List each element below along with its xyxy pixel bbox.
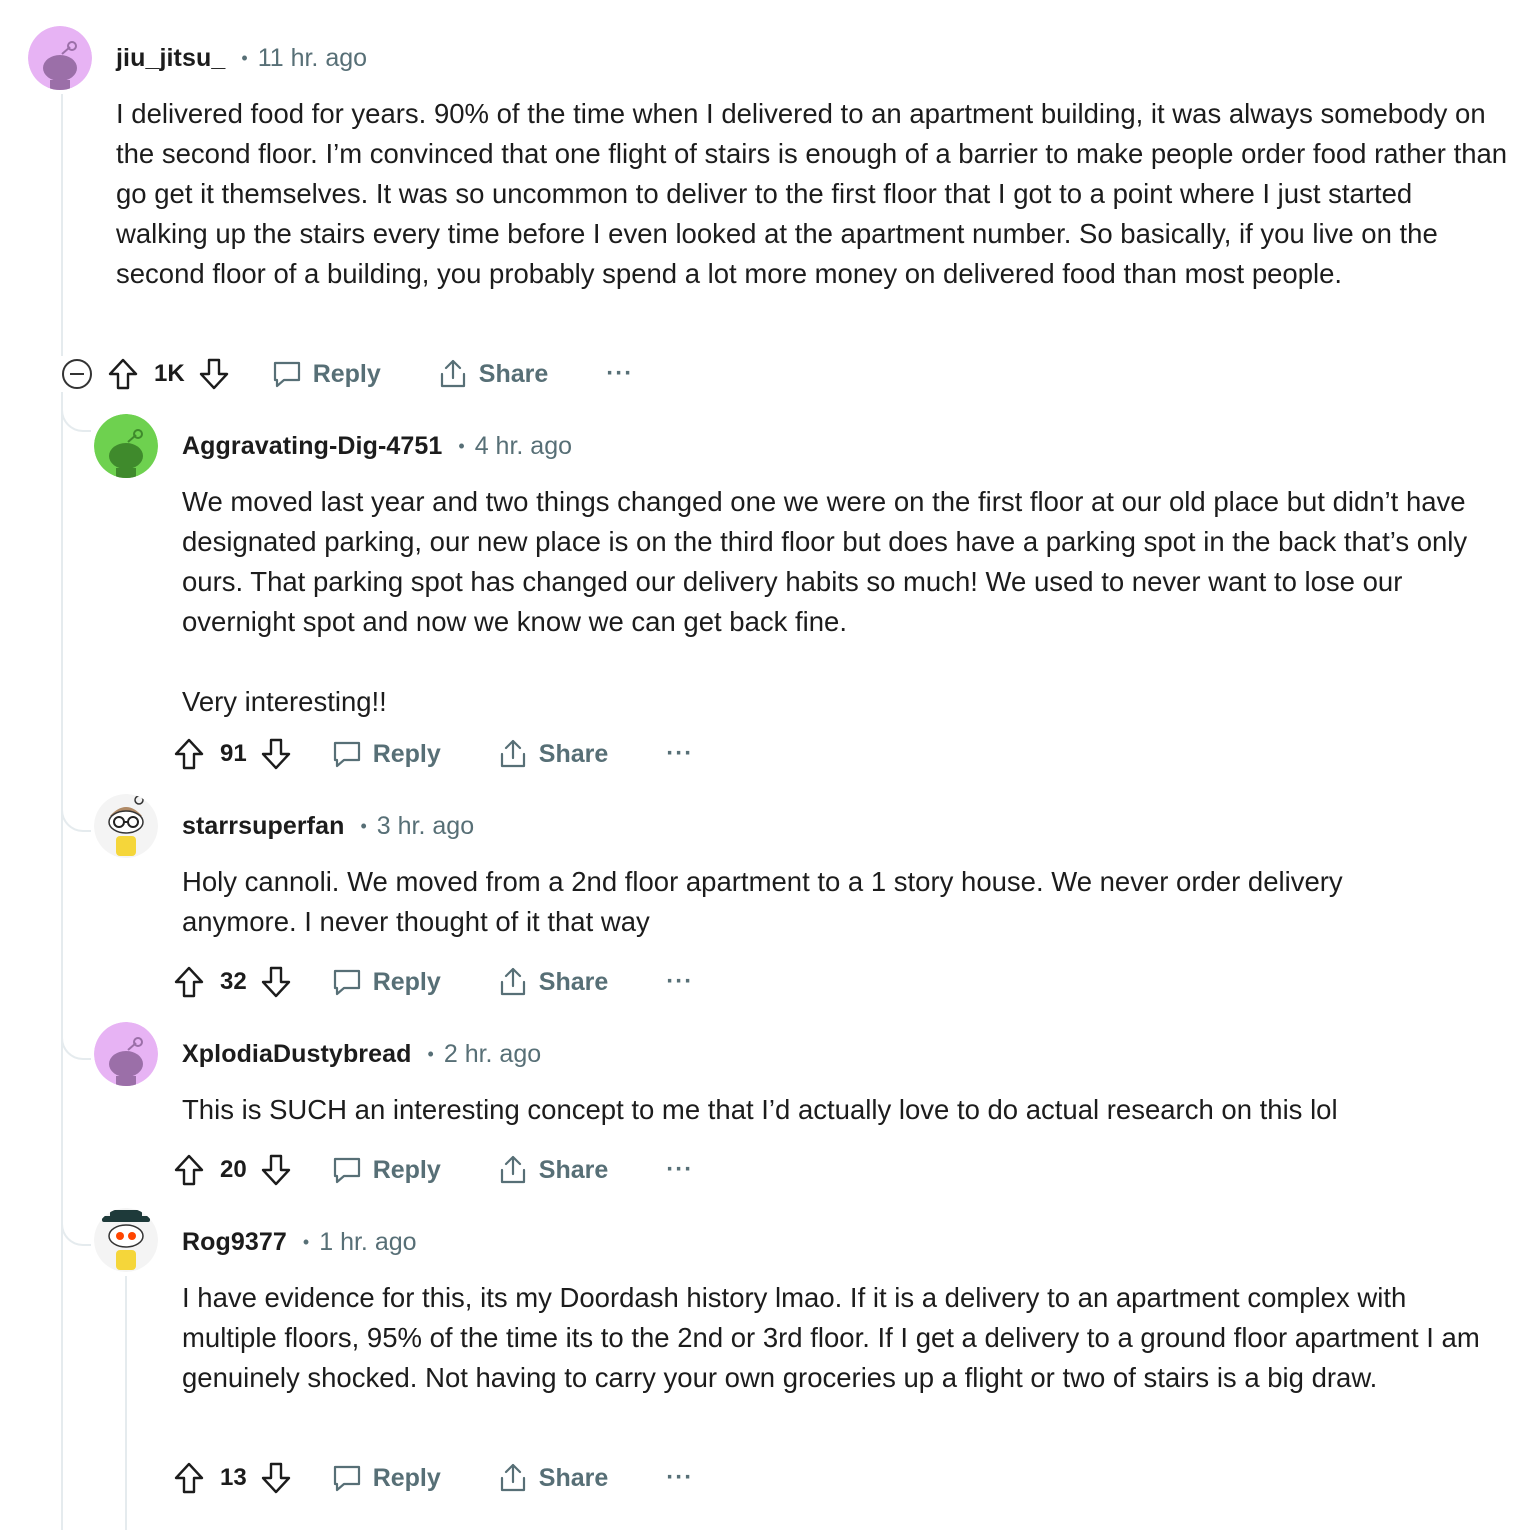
reply-button[interactable]: Reply [331,1462,441,1494]
upvote-icon[interactable] [172,965,206,999]
downvote-icon[interactable] [259,1461,293,1495]
upvote-icon[interactable] [106,357,140,391]
comment-actions: 13 Reply Share ··· [172,1458,693,1498]
score: 20 [220,1156,247,1183]
comment-bubble-icon [333,969,360,996]
comment-actions: 91 Reply Share ··· [172,734,693,774]
thread-branch-1 [61,408,91,432]
collapse-thread-button[interactable] [62,359,92,389]
author-name[interactable]: jiu_jitsu_ [116,44,225,73]
more-options-icon[interactable]: ··· [666,1156,693,1184]
more-options-icon[interactable]: ··· [666,968,693,996]
thread-line-rog9377[interactable] [125,1276,127,1530]
score: 32 [220,968,247,995]
comment-meta: Aggravating-Dig-4751 • 4 hr. ago [182,428,572,464]
comment-actions: 1K Reply Share ··· [62,354,633,394]
comment-body: I delivered food for years. 90% of the t… [116,98,1508,289]
comment-bubble-icon [333,741,360,768]
comment-actions: 32 Reply Share ··· [172,962,693,1002]
timestamp[interactable]: 1 hr. ago [319,1228,416,1257]
author-name[interactable]: XplodiaDustybread [182,1040,412,1069]
comment-meta: XplodiaDustybread • 2 hr. ago [182,1036,541,1072]
avatar[interactable] [28,26,92,90]
share-button[interactable]: Share [497,966,608,998]
share-button[interactable]: Share [497,1154,608,1186]
more-options-icon[interactable]: ··· [666,1464,693,1492]
avatar[interactable] [94,414,158,478]
separator-dot: • [302,1231,310,1252]
comment-actions: 20 Reply Share ··· [172,1150,693,1190]
share-icon [500,1463,525,1492]
avatar[interactable] [94,794,158,858]
share-label: Share [538,739,609,768]
comment-meta: starrsuperfan • 3 hr. ago [182,808,474,844]
upvote-icon[interactable] [172,737,206,771]
separator-dot: • [427,1043,434,1064]
downvote-icon[interactable] [197,357,231,391]
share-icon [500,739,525,768]
share-label: Share [538,1155,609,1184]
reply-label: Reply [372,967,441,996]
comment-bubble-icon [333,1157,360,1184]
upvote-icon[interactable] [172,1461,206,1495]
downvote-icon[interactable] [259,965,293,999]
upvote-icon[interactable] [172,1153,206,1187]
score: 91 [220,740,247,767]
reply-label: Reply [312,359,381,388]
timestamp[interactable]: 3 hr. ago [377,812,474,841]
comment-bubble-icon [273,361,300,388]
comment-bubble-icon [333,1465,360,1492]
separator-dot: • [241,47,248,68]
reply-button[interactable]: Reply [331,738,441,770]
thread-line-root-children[interactable] [61,392,63,1530]
reply-label: Reply [372,1463,441,1492]
reply-button[interactable]: Reply [331,1154,441,1186]
comment-meta: jiu_jitsu_ • 11 hr. ago [116,40,367,76]
timestamp[interactable]: 11 hr. ago [258,44,367,73]
share-button[interactable]: Share [497,1462,608,1494]
comment-body: Holy cannoli. We moved from a 2nd floor … [182,866,1343,937]
author-name[interactable]: Aggravating-Dig-4751 [182,432,442,461]
author-name[interactable]: starrsuperfan [182,812,344,841]
reply-label: Reply [372,1155,441,1184]
reply-button[interactable]: Reply [271,358,381,390]
score: 13 [220,1464,247,1491]
author-name[interactable]: Rog9377 [182,1228,287,1257]
timestamp[interactable]: 2 hr. ago [444,1040,541,1069]
share-icon [440,359,465,388]
thread-branch-3 [61,1036,91,1060]
share-icon [500,967,525,996]
downvote-icon[interactable] [259,737,293,771]
share-label: Share [538,967,609,996]
separator-dot: • [458,435,465,456]
more-options-icon[interactable]: ··· [606,360,633,388]
more-options-icon[interactable]: ··· [666,740,693,768]
thread-branch-4 [61,1222,91,1246]
share-label: Share [538,1463,609,1492]
share-button[interactable]: Share [437,358,548,390]
comment-meta: Rog9377 • 1 hr. ago [182,1224,417,1260]
share-button[interactable]: Share [497,738,608,770]
score: 1K [154,360,185,387]
share-icon [500,1155,525,1184]
thread-branch-2 [61,808,91,832]
avatar[interactable] [94,1208,158,1272]
thread-line-root[interactable] [61,94,63,356]
comment-body: I have evidence for this, its my Doordas… [182,1282,1480,1393]
avatar[interactable] [94,1022,158,1086]
downvote-icon[interactable] [259,1153,293,1187]
reply-label: Reply [372,739,441,768]
timestamp[interactable]: 4 hr. ago [475,432,572,461]
comment-body: This is SUCH an interesting concept to m… [182,1094,1338,1125]
comment-body: We moved last year and two things change… [182,486,1468,717]
separator-dot: • [360,815,367,836]
reply-button[interactable]: Reply [331,966,441,998]
share-label: Share [478,359,549,388]
